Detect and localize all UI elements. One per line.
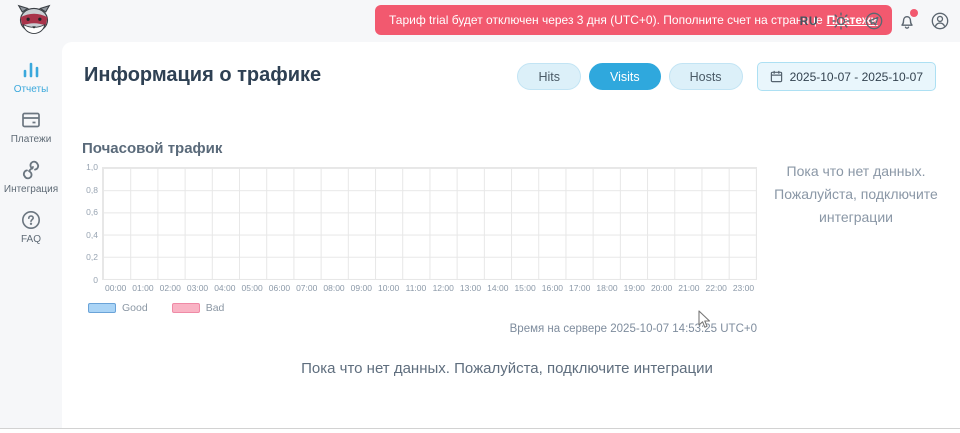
x-axis-tick-label: 23:00 bbox=[730, 283, 757, 293]
theme-sun-icon[interactable] bbox=[831, 11, 851, 31]
sidebar-item-label: FAQ bbox=[21, 234, 41, 245]
sidebar-item-reports[interactable]: Отчеты bbox=[0, 60, 62, 95]
payments-card-icon bbox=[20, 110, 42, 130]
x-axis-tick-label: 17:00 bbox=[566, 283, 593, 293]
x-axis-tick-label: 00:00 bbox=[102, 283, 129, 293]
faq-question-icon bbox=[20, 210, 42, 230]
y-axis-tick-label: 0,6 bbox=[86, 207, 98, 217]
calendar-icon bbox=[770, 70, 783, 83]
chart-plot-area bbox=[102, 167, 757, 280]
telegram-icon[interactable] bbox=[864, 11, 884, 31]
y-axis-tick-label: 0,8 bbox=[86, 185, 98, 195]
y-axis-labels: 1,00,80,60,40,20 bbox=[82, 167, 102, 280]
legend-label: Good bbox=[122, 302, 148, 314]
x-axis-tick-label: 03:00 bbox=[184, 283, 211, 293]
x-axis-tick-label: 22:00 bbox=[703, 283, 730, 293]
server-time-label: Время на сервере 2025-10-07 14:53:25 UTC… bbox=[82, 323, 757, 335]
legend-item-good[interactable]: Good bbox=[88, 302, 148, 314]
x-axis-tick-label: 18:00 bbox=[593, 283, 620, 293]
y-axis-tick-label: 1,0 bbox=[86, 162, 98, 172]
bar-chart-icon bbox=[20, 60, 42, 80]
sidebar-item-integration[interactable]: Интеграция bbox=[0, 160, 62, 195]
legend-swatch bbox=[172, 303, 200, 313]
x-axis-tick-label: 14:00 bbox=[484, 283, 511, 293]
page-title: Информация о трафике bbox=[84, 64, 321, 87]
x-axis-tick-label: 10:00 bbox=[375, 283, 402, 293]
banner-text: Тариф trial будет отключен через 3 дня (… bbox=[389, 13, 823, 27]
x-axis-tick-label: 15:00 bbox=[511, 283, 538, 293]
sidebar-item-label: Интеграция bbox=[4, 184, 58, 195]
language-selector[interactable]: RU bbox=[800, 14, 818, 28]
x-axis-tick-label: 11:00 bbox=[402, 283, 429, 293]
tab-hosts[interactable]: Hosts bbox=[669, 63, 743, 90]
legend-label: Bad bbox=[206, 302, 225, 314]
x-axis-tick-label: 21:00 bbox=[675, 283, 702, 293]
x-axis-tick-label: 09:00 bbox=[348, 283, 375, 293]
chart-title: Почасовой трафик bbox=[82, 140, 762, 157]
bottom-no-data-message: Пока что нет данных. Пожалуйста, подключ… bbox=[62, 360, 952, 377]
sidebar-nav: Отчеты Платежи Интеграция FAQ bbox=[0, 42, 62, 428]
sidebar-item-faq[interactable]: FAQ bbox=[0, 210, 62, 245]
tab-hits[interactable]: Hits bbox=[517, 63, 581, 90]
x-axis-tick-label: 06:00 bbox=[266, 283, 293, 293]
integration-link-icon bbox=[20, 160, 42, 180]
x-axis-tick-label: 12:00 bbox=[430, 283, 457, 293]
bell-icon[interactable] bbox=[897, 11, 917, 31]
x-axis-tick-label: 13:00 bbox=[457, 283, 484, 293]
x-axis-tick-label: 20:00 bbox=[648, 283, 675, 293]
raccoon-logo-icon[interactable] bbox=[16, 3, 52, 39]
date-range-picker[interactable]: 2025-10-07 - 2025-10-07 bbox=[757, 62, 936, 91]
header-actions: RU bbox=[800, 0, 950, 42]
x-axis-tick-label: 05:00 bbox=[238, 283, 265, 293]
x-axis-tick-label: 19:00 bbox=[621, 283, 648, 293]
legend-swatch bbox=[88, 303, 116, 313]
sidebar-item-label: Отчеты bbox=[14, 84, 49, 95]
x-axis-labels: 00:0001:0002:0003:0004:0005:0006:0007:00… bbox=[102, 283, 757, 293]
x-axis-tick-label: 02:00 bbox=[157, 283, 184, 293]
hourly-traffic-chart: Почасовой трафик 1,00,80,60,40,20 00:000… bbox=[82, 140, 762, 335]
report-controls: Hits Visits Hosts 2025-10-07 - 2025-10-0… bbox=[517, 62, 936, 91]
x-axis-tick-label: 01:00 bbox=[129, 283, 156, 293]
legend-item-bad[interactable]: Bad bbox=[172, 302, 225, 314]
main-content: Информация о трафике Hits Visits Hosts 2… bbox=[62, 42, 960, 428]
sidebar-item-label: Платежи bbox=[11, 134, 52, 145]
chart-legend: Good Bad bbox=[88, 302, 762, 314]
tab-visits[interactable]: Visits bbox=[589, 63, 661, 90]
x-axis-tick-label: 04:00 bbox=[211, 283, 238, 293]
sidebar-item-payments[interactable]: Платежи bbox=[0, 110, 62, 145]
y-axis-tick-label: 0 bbox=[93, 275, 98, 285]
y-axis-tick-label: 0,2 bbox=[86, 252, 98, 262]
bottom-divider bbox=[0, 428, 960, 433]
account-icon[interactable] bbox=[930, 11, 950, 31]
top-header: Тариф trial будет отключен через 3 дня (… bbox=[0, 0, 960, 42]
x-axis-tick-label: 16:00 bbox=[539, 283, 566, 293]
x-axis-tick-label: 07:00 bbox=[293, 283, 320, 293]
chart-no-data-message: Пока что нет данных. Пожалуйста, подключ… bbox=[767, 160, 945, 229]
x-axis-tick-label: 08:00 bbox=[320, 283, 347, 293]
y-axis-tick-label: 0,4 bbox=[86, 230, 98, 240]
metric-tabs: Hits Visits Hosts bbox=[517, 63, 742, 90]
date-range-value: 2025-10-07 - 2025-10-07 bbox=[790, 70, 923, 84]
notification-dot bbox=[910, 9, 918, 17]
